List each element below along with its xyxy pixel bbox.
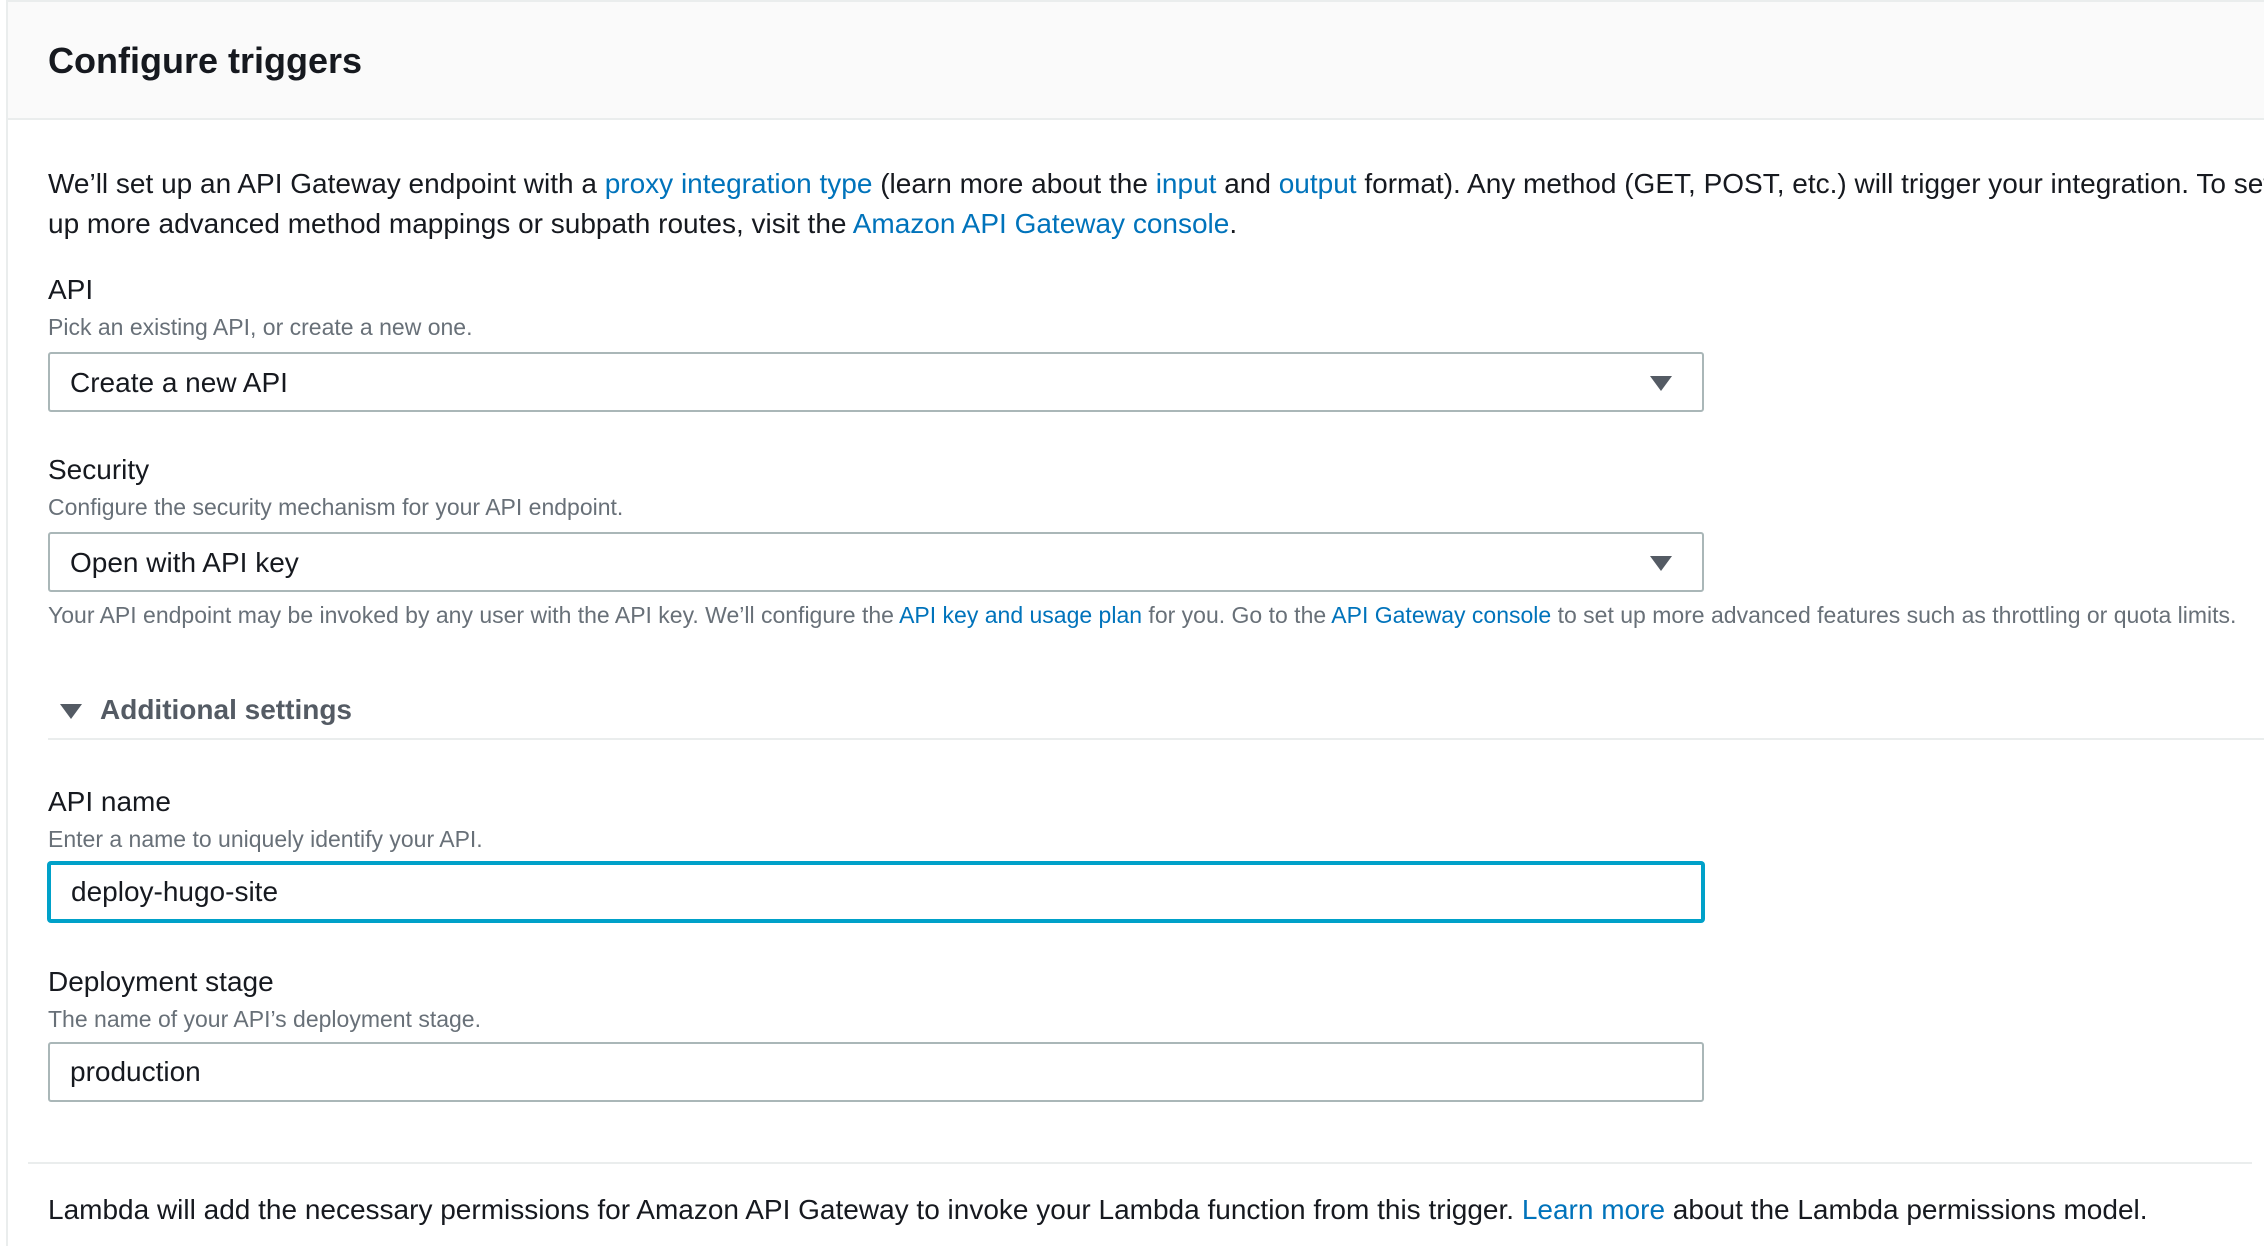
caret-down-icon <box>1650 376 1672 391</box>
additional-settings-label: Additional settings <box>100 694 352 725</box>
section-divider <box>48 738 2264 740</box>
security-label: Security <box>48 454 150 485</box>
api-name-description: Enter a name to uniquely identify your A… <box>48 826 483 852</box>
intro-text-part: . <box>1229 208 1238 239</box>
intro-text-part: and <box>1216 168 1279 199</box>
api-select-value: Create a new API <box>70 367 288 398</box>
api-name-input[interactable] <box>51 865 1701 919</box>
api-label: API <box>48 274 94 305</box>
footer-text-part: Lambda will add the necessary permission… <box>48 1194 1522 1225</box>
caret-down-icon <box>1650 556 1672 571</box>
footer-divider <box>28 1162 2252 1164</box>
help-text-part: to set up more advanced features such as… <box>1551 602 2237 628</box>
proxy-integration-type-link[interactable]: proxy integration type <box>605 168 873 199</box>
learn-more-link[interactable]: Learn more <box>1522 1194 1665 1225</box>
configure-triggers-panel: Configure triggers We’ll set up an API G… <box>6 0 2264 1246</box>
api-gateway-console-link[interactable]: Amazon API Gateway console <box>853 208 1230 239</box>
api-name-label: API name <box>48 786 171 817</box>
api-description: Pick an existing API, or create a new on… <box>48 314 473 340</box>
panel-header: Configure triggers <box>8 2 2264 120</box>
deployment-stage-field[interactable] <box>48 1042 1704 1102</box>
deployment-stage-description: The name of your API’s deployment stage. <box>48 1006 481 1032</box>
help-text-part: for you. Go to the <box>1142 602 1332 628</box>
intro-text: We’ll set up an API Gateway endpoint wit… <box>48 164 2264 244</box>
api-gateway-console-help-link[interactable]: API Gateway console <box>1331 602 1551 628</box>
caret-down-icon <box>60 704 82 719</box>
help-text-part: Your API endpoint may be invoked by any … <box>48 602 900 628</box>
deployment-stage-label: Deployment stage <box>48 966 274 997</box>
intro-text-part: We’ll set up an API Gateway endpoint wit… <box>48 168 605 199</box>
intro-text-part: (learn more about the <box>872 168 1156 199</box>
output-format-link[interactable]: output <box>1279 168 1357 199</box>
input-format-link[interactable]: input <box>1156 168 1217 199</box>
api-key-usage-plan-link[interactable]: API key and usage plan <box>899 602 1142 628</box>
panel-title: Configure triggers <box>48 40 363 81</box>
security-select[interactable]: Open with API key <box>48 532 1704 592</box>
api-select[interactable]: Create a new API <box>48 352 1704 412</box>
api-name-field[interactable] <box>48 862 1704 922</box>
security-select-value: Open with API key <box>70 547 299 578</box>
permissions-note: Lambda will add the necessary permission… <box>48 1194 2148 1226</box>
footer-text-part: about the Lambda permissions model. <box>1665 1194 2148 1225</box>
security-description: Configure the security mechanism for you… <box>48 494 624 520</box>
deployment-stage-input[interactable] <box>50 1044 1702 1100</box>
security-help-text: Your API endpoint may be invoked by any … <box>48 600 2248 630</box>
